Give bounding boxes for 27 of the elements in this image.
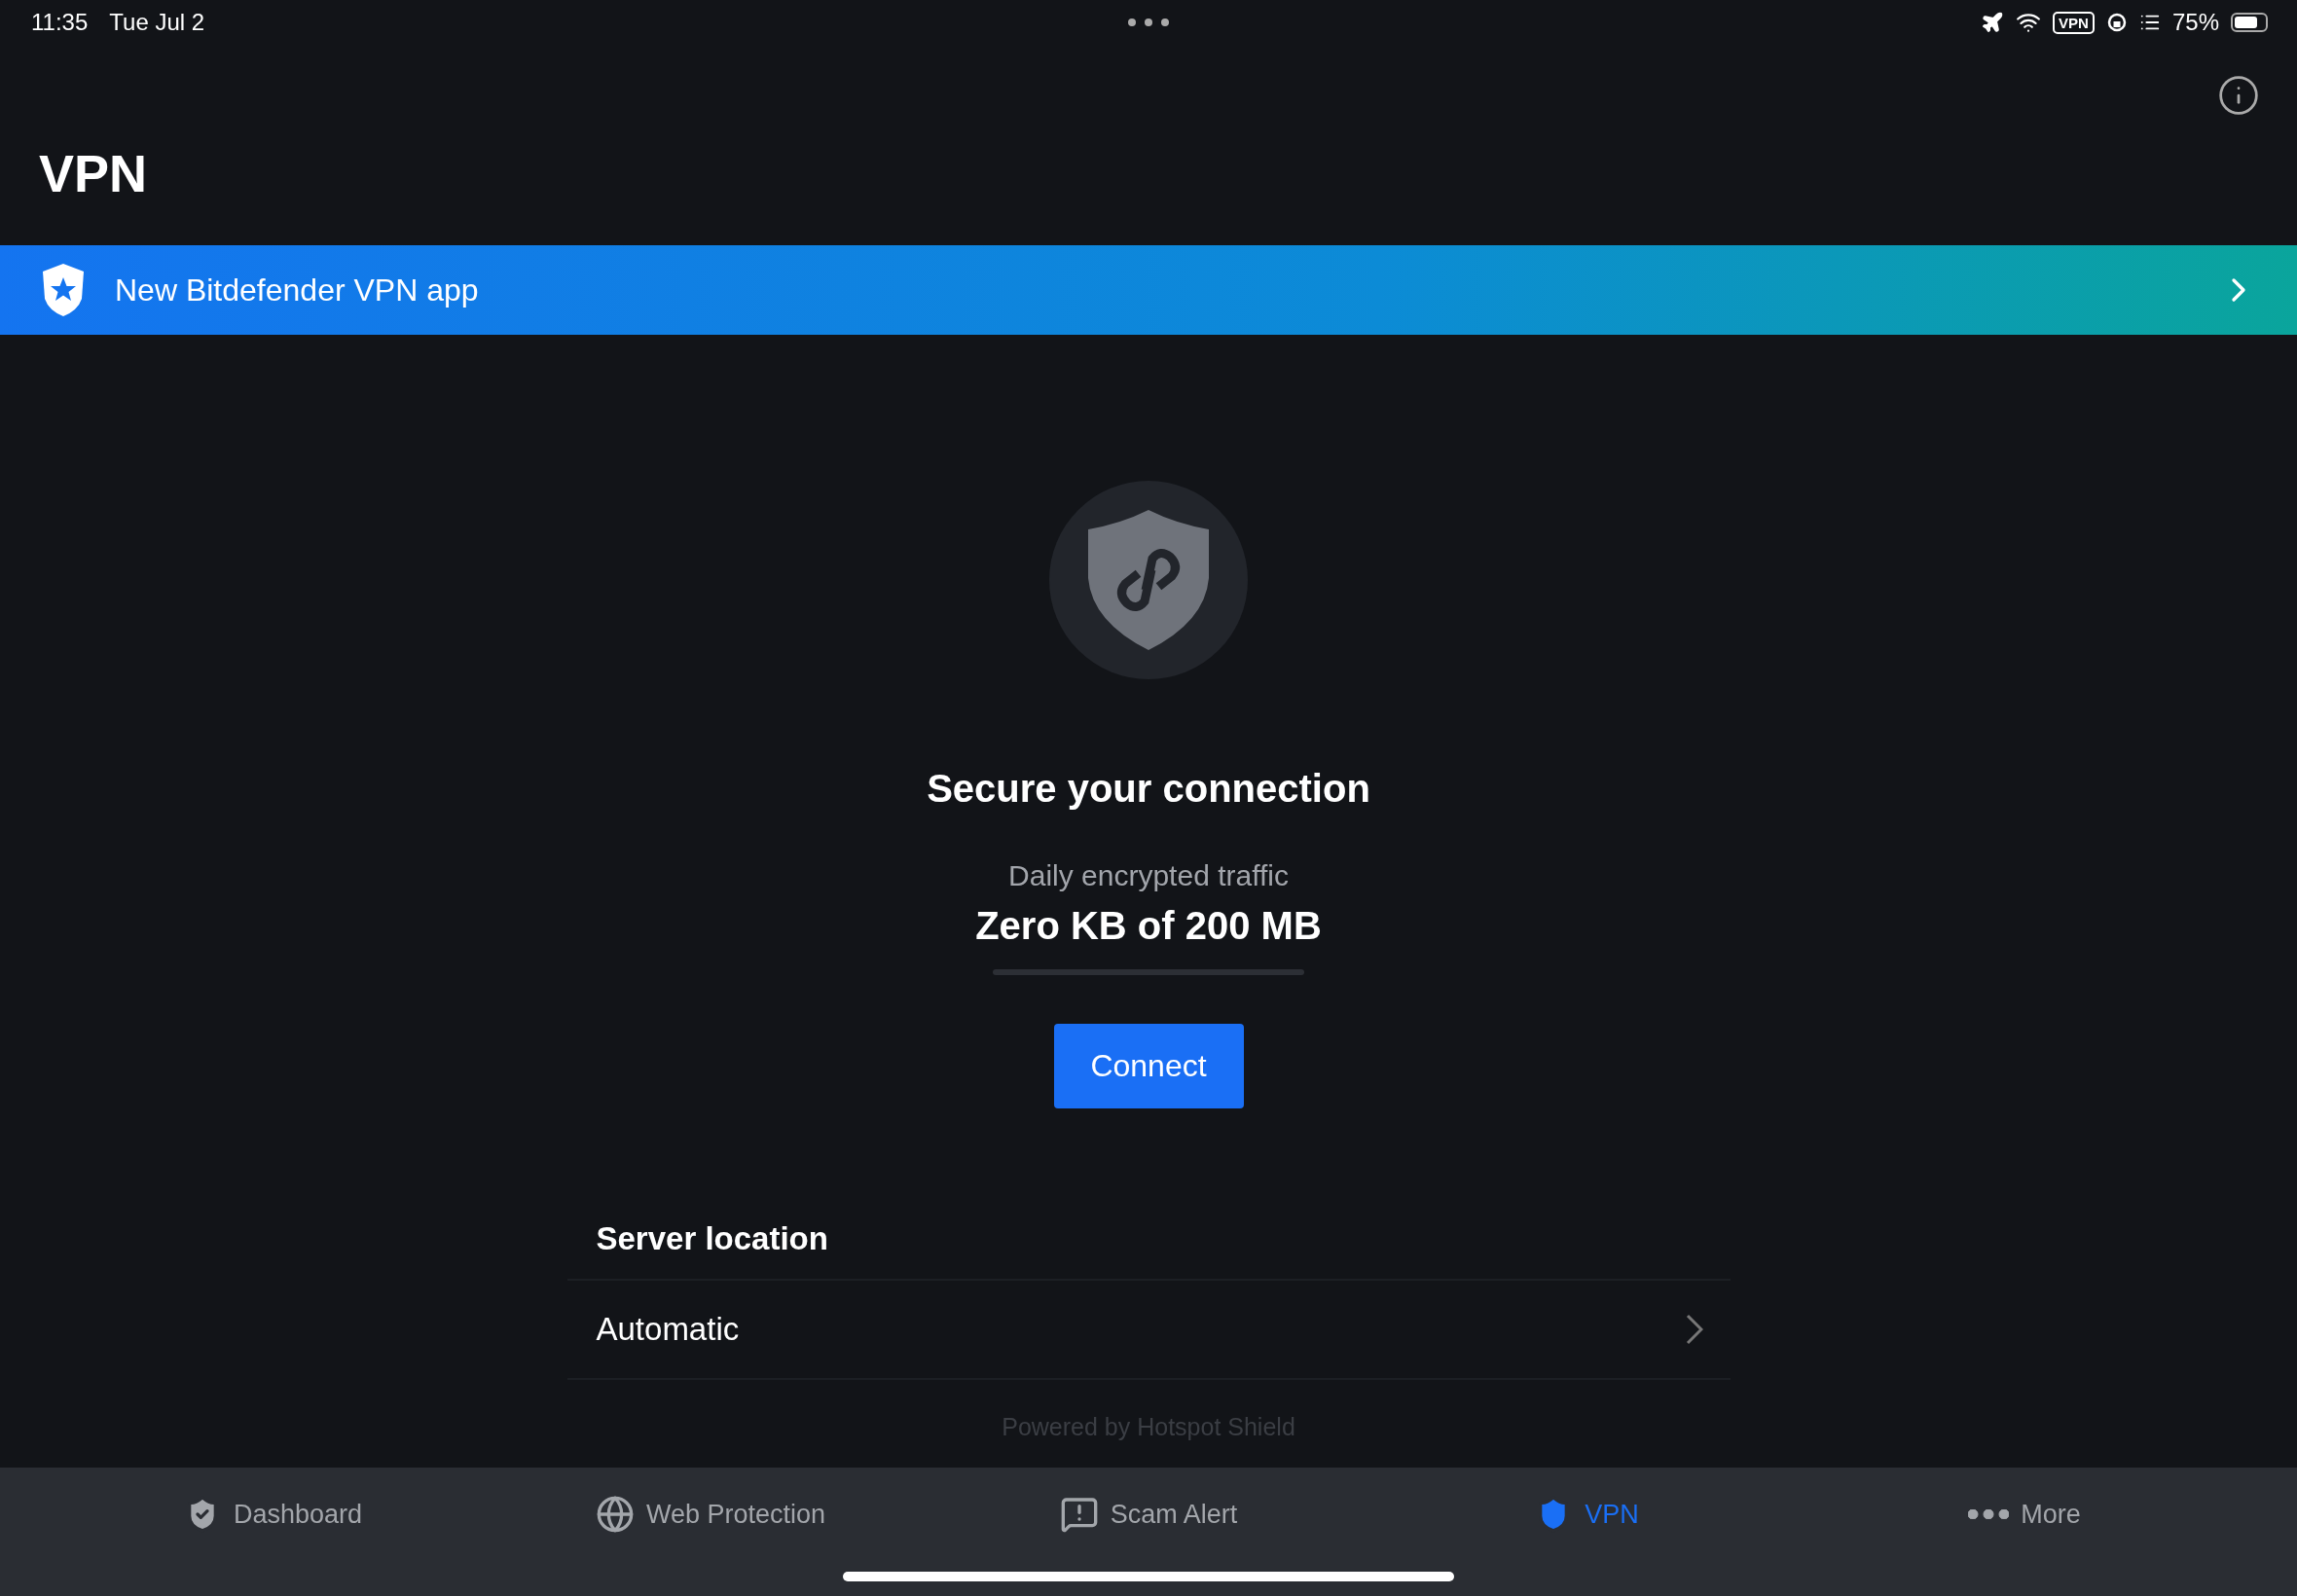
globe-icon [595,1495,635,1534]
chevron-right-icon [1685,1314,1703,1345]
page-title: VPN [38,143,149,204]
server-location-row[interactable]: Automatic [566,1281,1731,1380]
ellipsis-icon [1968,1509,2010,1519]
tab-item[interactable]: More [1805,1487,2243,1542]
server-location-heading: Server location [566,1220,1731,1281]
status-date: Tue Jul 2 [109,9,205,36]
tab-item[interactable]: Web Protection [492,1487,930,1542]
vpn-badge: VPN [2053,11,2095,34]
connection-heading: Secure your connection [927,767,1370,811]
message-alert-icon [1059,1495,1099,1534]
tab-item[interactable]: Scam Alert [930,1487,1367,1542]
status-time: 11:35 [31,9,89,36]
shield-link-icon [1088,510,1209,650]
tab-item[interactable]: Dashboard [54,1487,492,1542]
multitask-dots-icon[interactable] [1127,18,1170,27]
battery-percent: 75% [2171,9,2219,36]
rotation-lock-icon [2105,12,2128,33]
airplane-icon [1981,11,2005,34]
battery-icon [2231,13,2268,32]
new-app-banner[interactable]: New Bitdefender VPN app [0,245,2297,335]
info-icon[interactable] [2217,74,2260,117]
traffic-label: Daily encrypted traffic [1008,859,1289,892]
tab-item[interactable]: VPN [1367,1487,1805,1542]
connect-button[interactable]: Connect [1053,1024,1244,1108]
traffic-value: Zero KB of 200 MB [975,904,1322,948]
